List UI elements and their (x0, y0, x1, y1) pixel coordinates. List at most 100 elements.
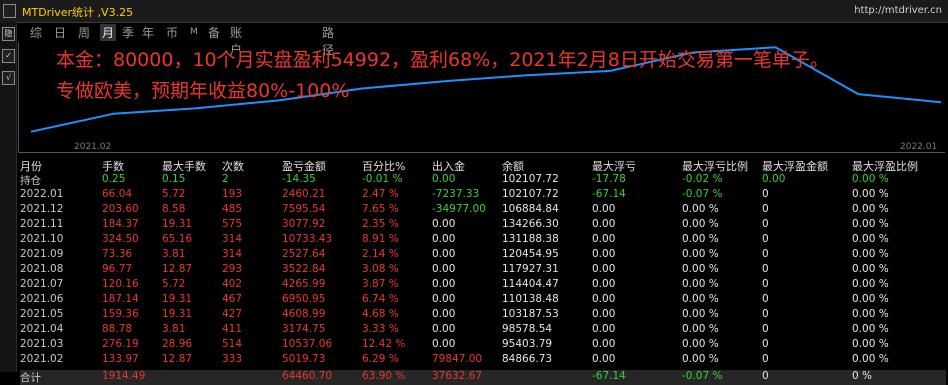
overlay-text-line1: 本金：80000，10个月实盘盈利54992，盈利68%，2021年2月8日开始… (56, 49, 829, 71)
cell-col-0: 2021.03 (20, 338, 64, 350)
cell-col-8: 0.00 (592, 293, 616, 305)
cell-col-4: 2460.21 (282, 188, 326, 200)
cell-col-3: 427 (222, 308, 243, 320)
cell-col-1: 0.25 (102, 173, 126, 185)
cell-col-11: 0.00 % (852, 203, 889, 215)
cell-col-5: 2.47 % (362, 188, 399, 200)
cell-col-5: 百分比% (362, 160, 406, 173)
cell-col-5: 6.74 % (362, 293, 399, 305)
cell-col-3: 314 (222, 248, 243, 260)
cell-col-0: 持仓 (20, 175, 41, 187)
tab-0[interactable]: 综 (30, 24, 42, 41)
cell-col-9: 最大浮亏比例 (682, 160, 748, 173)
cell-col-1: 203.60 (102, 203, 139, 215)
cell-col-7: 103187.53 (502, 308, 559, 320)
toolbar-icon-1[interactable]: 隐 (2, 27, 15, 41)
cell-col-4: 10537.06 (282, 338, 333, 350)
cell-col-5: 8.91 % (362, 233, 399, 245)
position-row: 持仓 0.25 0.15 2 -14.35 -0.01 % 0.00 102107.72 -17… (20, 173, 946, 188)
cell-col-0: 2022.01 (20, 188, 64, 200)
cell-col-9: 0.00 % (682, 353, 719, 365)
table-row: 2021.08 96.77 12.87 293 3522.84 3.08 % 0.00 117… (20, 263, 946, 278)
tab-3[interactable]: 月 (100, 24, 117, 41)
cell-col-4: 盈亏金额 (282, 160, 326, 173)
cell-col-1: 276.19 (102, 338, 139, 350)
window-icon[interactable] (3, 4, 16, 18)
cell-col-10: 0 (762, 248, 769, 260)
cell-col-10: 0 (762, 293, 769, 305)
cell-col-4: 5019.73 (282, 353, 326, 365)
cell-col-9: 0.00 % (682, 263, 719, 275)
cell-col-11: 0.00 % (852, 263, 889, 275)
cell-col-7: 117927.31 (502, 263, 559, 275)
tab-2[interactable]: 周 (78, 24, 90, 41)
cell-col-3: 575 (222, 218, 243, 230)
table-row: 2021.02 133.97 12.87 333 5019.73 6.29 % 79847.… (20, 353, 946, 368)
cell-col-2: 8.58 (162, 203, 186, 215)
cell-col-8: 0.00 (592, 218, 616, 230)
cell-col-5: 2.35 % (362, 218, 399, 230)
cell-col-1: 187.14 (102, 293, 139, 305)
cell-col-11: 0.00 % (852, 338, 889, 350)
cell-col-0: 2021.05 (20, 308, 64, 320)
cell-col-7: 95403.79 (502, 338, 553, 350)
tab-8[interactable]: 备 (208, 24, 220, 41)
cell-col-11: 0.00 % (852, 308, 889, 320)
table-row: 2021.09 73.36 3.81 314 2527.64 2.14 % 0.00 1204… (20, 248, 946, 263)
cell-col-9: -0.07 % (682, 188, 723, 200)
cell-col-6: 0.00 (432, 323, 456, 335)
cell-col-8: 0.00 (592, 308, 616, 320)
cell-col-8: 0.00 (592, 338, 616, 350)
tab-4[interactable]: 季 (122, 24, 134, 41)
table-header-row: 月份 手数 最大手数 次数 盈亏金额 百分比% 出入金 余额 最大浮亏 最大浮亏比例 最大浮盈金额 最… (20, 158, 946, 173)
cell-col-11: 0.00 % (852, 353, 889, 365)
cell-col-6: 0.00 (432, 308, 456, 320)
cell-col-0: 2021.08 (20, 263, 64, 275)
cell-col-0: 2021.02 (20, 353, 64, 365)
cell-col-9: 0.00 % (682, 233, 719, 245)
cell-col-6: 出入金 (432, 160, 465, 173)
tab-1[interactable]: 日 (54, 24, 66, 41)
x-tick-start: 2021.02 (74, 142, 112, 152)
cell-col-3: 293 (222, 263, 243, 275)
cell-col-9: 0.00 % (682, 248, 719, 260)
cell-col-1: 184.37 (102, 218, 139, 230)
cell-col-7: 110138.48 (502, 293, 559, 305)
cell-col-1: 66.04 (102, 188, 133, 200)
cell-col-7: 98578.54 (502, 323, 553, 335)
cell-col-0: 2021.06 (20, 293, 64, 305)
cell-col-7: 102107.72 (502, 173, 559, 185)
cell-col-0: 2021.12 (20, 203, 64, 215)
cell-col-11: 0.00 % (852, 248, 889, 260)
cell-col-2: 3.81 (162, 248, 186, 260)
toolbar-icon-3[interactable]: √ (2, 71, 15, 85)
cell-col-2: 19.31 (162, 293, 193, 305)
table-row: 2021.11 184.37 19.31 575 3077.92 2.35 % 0.00 13… (20, 218, 946, 233)
cell-col-10: 0 (762, 188, 769, 200)
cell-col-10: 0 (762, 353, 769, 365)
website-link[interactable]: http://mtdriver.cn (854, 5, 942, 16)
cell-col-0: 2021.10 (20, 233, 64, 245)
cell-col-9: -0.02 % (682, 173, 723, 185)
tab-5[interactable]: 年 (142, 24, 154, 41)
cell-col-8: 0.00 (592, 353, 616, 365)
toolbar-icon-2[interactable]: ✓ (2, 49, 15, 63)
tab-7[interactable]: M (190, 27, 198, 37)
cell-col-10: 0 (762, 308, 769, 320)
cell-col-2: 12.87 (162, 263, 193, 275)
cell-col-0: 2021.09 (20, 248, 64, 260)
cell-col-1: 96.77 (102, 263, 133, 275)
cell-col-2: 3.81 (162, 323, 186, 335)
cell-col-6: 0.00 (432, 293, 456, 305)
cell-col-6: 0.00 (432, 233, 456, 245)
cell-col-4: 3522.84 (282, 263, 326, 275)
cell-col-6: 0.00 (432, 338, 456, 350)
cell-col-2: 12.87 (162, 353, 193, 365)
tab-6[interactable]: 币 (166, 24, 178, 41)
cell-col-3: 193 (222, 188, 243, 200)
cell-col-5: 3.33 % (362, 323, 399, 335)
title-bar: MTDriver统计 ,V3.25 http://mtdriver.cn (0, 0, 948, 23)
cell-col-2: 65.16 (162, 233, 193, 245)
cell-col-10: 最大浮盈金额 (762, 160, 828, 173)
cell-col-8: 0.00 (592, 248, 616, 260)
